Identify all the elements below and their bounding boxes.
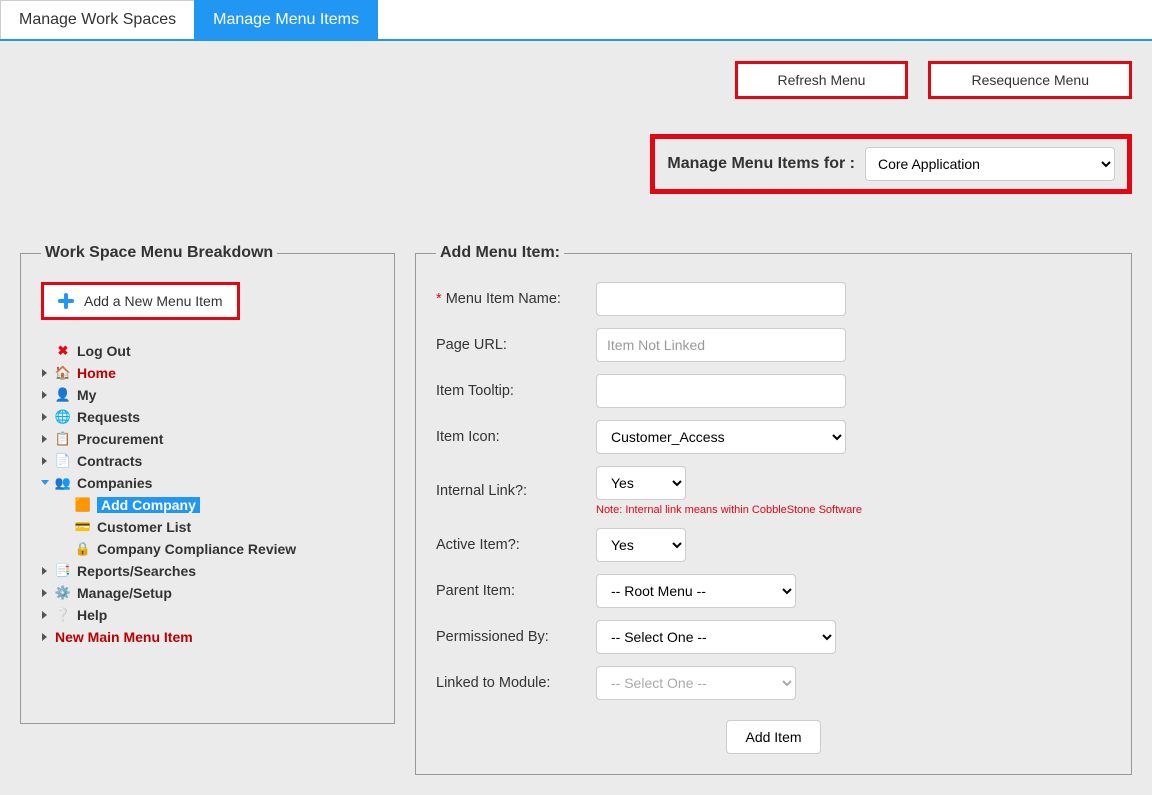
tree-item-help[interactable]: Help [77,607,107,623]
tree-item-reports[interactable]: Reports/Searches [77,563,196,579]
menu-breakdown-legend: Work Space Menu Breakdown [41,244,277,262]
chevron-right-icon[interactable] [41,391,49,399]
icon-label: Item Icon: [436,429,596,445]
add-menu-item-legend: Add Menu Item: [436,244,564,262]
name-input[interactable] [596,282,846,316]
permission-select[interactable]: -- Select One -- [596,620,836,654]
chevron-right-icon[interactable] [41,611,49,619]
help-icon: ❔ [55,607,71,623]
manage-for-dropdown[interactable]: Core Application [865,147,1115,181]
chevron-right-icon[interactable] [41,369,49,377]
internal-select[interactable]: Yes [596,466,686,500]
home-icon: 🏠 [55,365,71,381]
url-input[interactable] [596,328,846,362]
tree-item-contracts[interactable]: Contracts [77,453,142,469]
url-label: Page URL: [436,337,596,353]
resequence-menu-button[interactable]: Resequence Menu [928,61,1132,99]
lock-icon: 🔒 [75,541,91,557]
active-select[interactable]: Yes [596,528,686,562]
tab-menu-items[interactable]: Manage Menu Items [194,0,378,39]
tree-item-home[interactable]: Home [77,365,116,381]
module-select[interactable]: -- Select One -- [596,666,796,700]
tree-item-manage-setup[interactable]: Manage/Setup [77,585,172,601]
menu-tree: ✖ Log Out 🏠 Home 👤 My 🌐 Requests 📋 [41,340,374,648]
chevron-down-icon[interactable] [41,479,49,487]
card-icon: 💳 [75,519,91,535]
globe-icon: 🌐 [55,409,71,425]
parent-select[interactable]: -- Root Menu -- [596,574,796,608]
chevron-right-icon[interactable] [41,589,49,597]
tree-item-customer-list[interactable]: Customer List [97,519,191,535]
tree-item-companies[interactable]: Companies [77,475,152,491]
manage-for-label: Manage Menu Items for : [667,155,855,173]
name-label: * Menu Item Name: [436,291,596,307]
internal-note: Note: Internal link means within CobbleS… [596,504,862,516]
tree-item-new-main[interactable]: New Main Menu Item [55,629,193,645]
chevron-right-icon[interactable] [41,567,49,575]
chevron-right-icon[interactable] [41,435,49,443]
add-new-label: Add a New Menu Item [84,293,223,309]
module-label: Linked to Module: [436,675,596,691]
add-menu-item-panel: Add Menu Item: * Menu Item Name: Page UR… [415,244,1132,775]
gear-icon: ⚙️ [55,585,71,601]
people-icon: 👥 [55,475,71,491]
add-item-button[interactable]: Add Item [726,720,820,754]
tree-item-requests[interactable]: Requests [77,409,140,425]
internal-label: Internal Link?: [436,483,596,499]
tab-workspaces[interactable]: Manage Work Spaces [0,0,195,39]
tree-item-add-company[interactable]: Add Company [97,497,200,513]
person-icon: 👤 [55,387,71,403]
report-icon: 📑 [55,563,71,579]
tree-item-compliance-review[interactable]: Company Compliance Review [97,541,296,557]
parent-label: Parent Item: [436,583,596,599]
chevron-right-icon[interactable] [41,633,49,641]
action-bar: Refresh Menu Resequence Menu Manage Menu… [0,41,1152,224]
permission-label: Permissioned By: [436,629,596,645]
refresh-menu-button[interactable]: Refresh Menu [735,61,909,99]
tooltip-input[interactable] [596,374,846,408]
tree-item-logout[interactable]: Log Out [77,343,131,359]
chevron-right-icon[interactable] [41,457,49,465]
tab-bar: Manage Work Spaces Manage Menu Items [0,0,1152,41]
menu-breakdown-panel: Work Space Menu Breakdown Add a New Menu… [20,244,395,724]
manage-for-selector: Manage Menu Items for : Core Application [650,134,1132,194]
icon-select[interactable]: Customer_Access [596,420,846,454]
plus-icon [58,293,74,309]
x-icon: ✖ [55,343,71,359]
active-label: Active Item?: [436,537,596,553]
block-icon: 🟧 [75,497,91,513]
add-new-menu-item-button[interactable]: Add a New Menu Item [41,282,240,320]
document-icon: 📄 [55,453,71,469]
tooltip-label: Item Tooltip: [436,383,596,399]
tree-item-procurement[interactable]: Procurement [77,431,163,447]
tree-item-my[interactable]: My [77,387,96,403]
clipboard-icon: 📋 [55,431,71,447]
chevron-right-icon[interactable] [41,413,49,421]
